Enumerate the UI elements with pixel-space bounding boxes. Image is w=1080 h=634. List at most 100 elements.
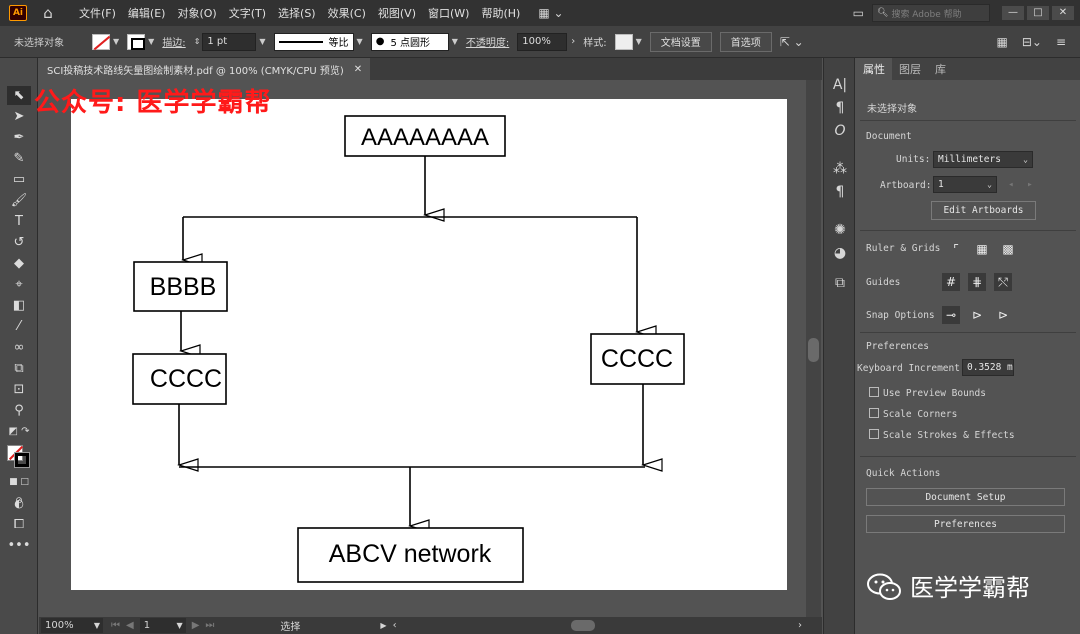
fill-stroke-indicator-icon[interactable] xyxy=(7,443,31,471)
stroke-weight-field[interactable]: ⇕ 1 pt ▼ xyxy=(194,32,266,51)
menu-file[interactable]: 文件(F) xyxy=(79,5,116,21)
draw-mode-icon[interactable]: ◐ xyxy=(7,494,31,513)
units-select[interactable]: Millimeters ⌄ xyxy=(933,151,1033,168)
artboard[interactable]: AAAAAAAA BBBB CCCC CCCC ABCV network xyxy=(71,99,787,590)
snap-to-glyph-icon[interactable]: ⊳ xyxy=(994,306,1012,324)
lock-guides-icon[interactable]: ⋕ xyxy=(968,273,986,291)
close-tab-icon[interactable]: ✕ xyxy=(354,64,362,75)
scale-strokes-checkbox[interactable]: Scale Strokes & Effects xyxy=(869,429,1015,441)
transform-icon[interactable]: ⊟⌄ xyxy=(1022,35,1042,49)
snap-to-point-icon[interactable]: ⊸ xyxy=(942,306,960,324)
horizontal-scroll-thumb[interactable] xyxy=(570,620,595,631)
width-tool-icon[interactable]: ⌖ xyxy=(7,275,31,294)
menu-effect[interactable]: 效果(C) xyxy=(328,5,366,21)
transparency-grid-icon[interactable]: ▩ xyxy=(999,240,1017,258)
scroll-right-icon[interactable]: › xyxy=(798,620,802,631)
show-guides-icon[interactable]: # xyxy=(942,273,960,291)
rulers-icon[interactable]: ⌜ xyxy=(947,240,965,258)
brush-definition[interactable]: ● 5 点圆形 ▼ xyxy=(370,32,458,51)
tab-libraries[interactable]: 库 xyxy=(928,58,953,80)
document-tab[interactable]: SCI投稿技术路线矢量图绘制素材.pdf @ 100% (CMYK/CPU 预览… xyxy=(39,58,371,80)
menu-view[interactable]: 视图(V) xyxy=(378,5,416,21)
paintbrush-tool-icon[interactable]: 🖌︎ xyxy=(7,191,31,210)
stepper-icon[interactable]: ⇕ xyxy=(194,37,201,46)
document-setup-button[interactable]: Document Setup xyxy=(866,488,1065,506)
scrollbar-thumb[interactable] xyxy=(808,338,819,362)
menu-type[interactable]: 文字(T) xyxy=(229,5,266,21)
screen-mode-icon[interactable]: ⧠ xyxy=(7,515,31,534)
arrange-documents-icon[interactable]: ▭ xyxy=(853,6,864,20)
panel-menu-icon[interactable]: ≡ xyxy=(1056,35,1066,49)
prev-artboard-icon[interactable]: ◂ xyxy=(1008,179,1014,190)
swap-fill-stroke-icon[interactable]: ◩ ↷ xyxy=(7,422,31,441)
transform-panel-icon[interactable]: ⧉ xyxy=(828,273,852,293)
menu-select[interactable]: 选择(S) xyxy=(278,5,316,21)
zoom-field[interactable]: 100% ▼ xyxy=(41,618,103,633)
grid-icon[interactable]: ▦ xyxy=(973,240,991,258)
eyedropper-tool-icon[interactable]: ⁄ xyxy=(7,317,31,336)
first-artboard-icon[interactable]: ⏮ xyxy=(111,620,120,631)
align-icon[interactable]: ▦ xyxy=(996,35,1007,49)
document-setup-button[interactable]: 文档设置 xyxy=(649,31,712,52)
snap-to-pixel-icon[interactable]: ⊳ xyxy=(968,306,986,324)
stroke-label[interactable]: 描边: xyxy=(162,34,185,49)
more-tools-icon[interactable]: ••• xyxy=(7,536,31,555)
scroll-left-icon[interactable]: ‹ xyxy=(393,620,397,631)
pen-tool-icon[interactable]: ✒ xyxy=(7,128,31,147)
gradient-tool-icon[interactable]: ◧ xyxy=(7,296,31,315)
artboard-tool-icon[interactable]: ⊡ xyxy=(7,380,31,399)
variable-width-profile[interactable]: 等比 ▼ xyxy=(273,32,363,51)
graphic-style-swatch[interactable]: ▼ xyxy=(614,33,642,50)
next-artboard-icon[interactable]: ▸ xyxy=(1027,179,1033,190)
color-mode-icon[interactable]: ■ □ ⊘ xyxy=(7,473,31,506)
help-search-input[interactable]: 🔍︎ 搜索 Adobe 帮助 xyxy=(872,4,990,22)
keyboard-increment-field[interactable]: 0.3528 mm xyxy=(962,359,1014,376)
paragraph-styles-icon[interactable]: ¶ xyxy=(828,182,852,202)
character-styles-icon[interactable]: ⁂ xyxy=(828,159,852,179)
opacity-field[interactable]: 100% › xyxy=(517,32,575,51)
paragraph-panel-icon[interactable]: ¶ xyxy=(828,98,852,118)
prev-artboard-icon[interactable]: ◀ xyxy=(126,620,134,631)
direct-selection-tool-icon[interactable]: ➤ xyxy=(7,107,31,126)
eraser-tool-icon[interactable]: ◆ xyxy=(7,254,31,273)
menu-edit[interactable]: 编辑(E) xyxy=(128,5,166,21)
rotate-tool-icon[interactable]: ↺ xyxy=(7,233,31,252)
artboard-select[interactable]: 1 ⌄ xyxy=(933,176,997,193)
close-button[interactable]: ✕ xyxy=(1052,6,1074,20)
type-tool-icon[interactable]: T xyxy=(7,212,31,231)
home-icon[interactable]: ⌂ xyxy=(39,5,57,21)
smart-guides-icon[interactable]: ⤲ xyxy=(994,273,1012,291)
menu-window[interactable]: 窗口(W) xyxy=(428,5,469,21)
fill-swatch[interactable]: ▼ xyxy=(92,33,119,50)
use-preview-bounds-checkbox[interactable]: Use Preview Bounds xyxy=(869,387,986,399)
menu-help[interactable]: 帮助(H) xyxy=(481,5,520,21)
last-artboard-icon[interactable]: ⏭ xyxy=(205,620,214,631)
curvature-tool-icon[interactable]: ✎ xyxy=(7,149,31,168)
artboard-number-field[interactable]: 1 ▼ xyxy=(139,618,186,633)
tab-properties[interactable]: 属性 xyxy=(856,58,892,80)
symbol-sprayer-tool-icon[interactable]: ⧉ xyxy=(7,359,31,378)
appearance-panel-icon[interactable]: ✺ xyxy=(828,220,852,240)
workspace-switcher-icon[interactable]: ▦ ⌄ xyxy=(538,6,563,20)
character-panel-icon[interactable]: A| xyxy=(828,75,852,95)
opacity-label[interactable]: 不透明度: xyxy=(466,34,509,49)
tab-layers[interactable]: 图层 xyxy=(892,58,928,80)
preferences-button[interactable]: 首选项 xyxy=(719,31,772,52)
edit-artboards-button[interactable]: Edit Artboards xyxy=(931,201,1036,220)
maximize-button[interactable]: □ xyxy=(1027,6,1049,20)
opentype-panel-icon[interactable]: O xyxy=(828,121,852,141)
zoom-tool-icon[interactable]: ⚲ xyxy=(7,401,31,420)
transparency-panel-icon[interactable]: ◕ xyxy=(828,243,852,263)
vertical-scrollbar[interactable] xyxy=(806,80,821,617)
minimize-button[interactable]: — xyxy=(1002,6,1024,20)
stroke-swatch[interactable]: ▼ xyxy=(127,33,154,50)
rectangle-tool-icon[interactable]: ▭ xyxy=(7,170,31,189)
arrange-icon[interactable]: ⇱ ⌄ xyxy=(780,35,804,49)
blend-tool-icon[interactable]: ∞ xyxy=(7,338,31,357)
scale-corners-checkbox[interactable]: Scale Corners xyxy=(869,408,957,420)
preferences-panel-button[interactable]: Preferences xyxy=(866,515,1065,533)
menu-object[interactable]: 对象(O) xyxy=(177,5,216,21)
next-artboard-icon[interactable]: ▶ xyxy=(192,620,200,631)
status-menu-icon[interactable]: ▶ xyxy=(380,621,386,630)
selection-tool-icon[interactable]: ⬉ xyxy=(7,86,31,105)
